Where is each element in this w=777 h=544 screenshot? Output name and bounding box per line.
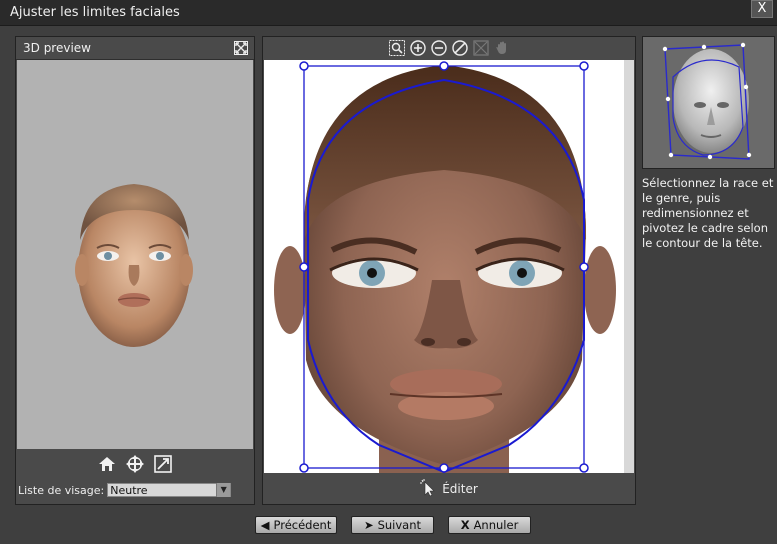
rotate-icon[interactable] <box>125 454 145 474</box>
arrow-left-icon: ◀ <box>260 518 270 532</box>
face-list-row: Liste de visage: Neutre ▼ <box>18 481 252 499</box>
fit-disabled-icon[interactable] <box>472 40 489 56</box>
pan-disabled-icon[interactable] <box>494 40 510 56</box>
edit-cursor-icon <box>420 478 436 500</box>
3d-head-model <box>75 184 193 347</box>
arrow-right-icon: ➤ <box>363 518 374 532</box>
previous-button-label: Précédent <box>273 518 332 532</box>
maximize-icon[interactable] <box>234 40 248 55</box>
image-toolbar <box>263 37 635 59</box>
help-text: Sélectionnez la race et le genre, puis r… <box>642 176 774 250</box>
chevron-down-icon[interactable]: ▼ <box>216 483 231 497</box>
home-icon[interactable] <box>97 454 117 474</box>
reference-head-image <box>643 37 774 168</box>
zoom-in-icon[interactable] <box>409 40 426 56</box>
previous-button[interactable]: ◀ Précédent <box>255 516 337 534</box>
3d-preview-viewport[interactable] <box>17 60 253 449</box>
edit-label: Éditer <box>442 482 478 496</box>
edit-bar[interactable]: Éditer <box>263 477 635 501</box>
reset-icon[interactable] <box>451 40 468 56</box>
next-button[interactable]: ➤ Suivant <box>351 516 434 534</box>
face-image-canvas[interactable] <box>264 60 634 473</box>
reference-thumbnail <box>642 36 775 169</box>
title-bar: Ajuster les limites faciales X <box>0 0 777 26</box>
preview-tools <box>16 451 254 477</box>
cancel-button-label: Annuler <box>473 518 519 532</box>
close-button[interactable]: X <box>751 0 773 18</box>
face-list-label: Liste de visage: <box>18 483 105 497</box>
zoom-out-icon[interactable] <box>430 40 447 56</box>
preview-panel: 3D preview Liste de visage: Neutre ▼ <box>15 36 255 505</box>
fit-icon[interactable] <box>153 454 173 474</box>
preview-title: 3D preview <box>23 41 91 55</box>
image-panel: Éditer <box>262 36 636 505</box>
window-title: Ajuster les limites faciales <box>10 5 180 20</box>
zoom-region-icon[interactable] <box>388 40 405 56</box>
face-photo <box>264 60 634 473</box>
preview-header: 3D preview <box>16 37 254 60</box>
cancel-button[interactable]: X Annuler <box>448 516 531 534</box>
face-list-value: Neutre <box>110 484 148 497</box>
close-icon: X <box>460 518 470 532</box>
next-button-label: Suivant <box>377 518 422 532</box>
face-list-select[interactable]: Neutre ▼ <box>107 483 232 497</box>
